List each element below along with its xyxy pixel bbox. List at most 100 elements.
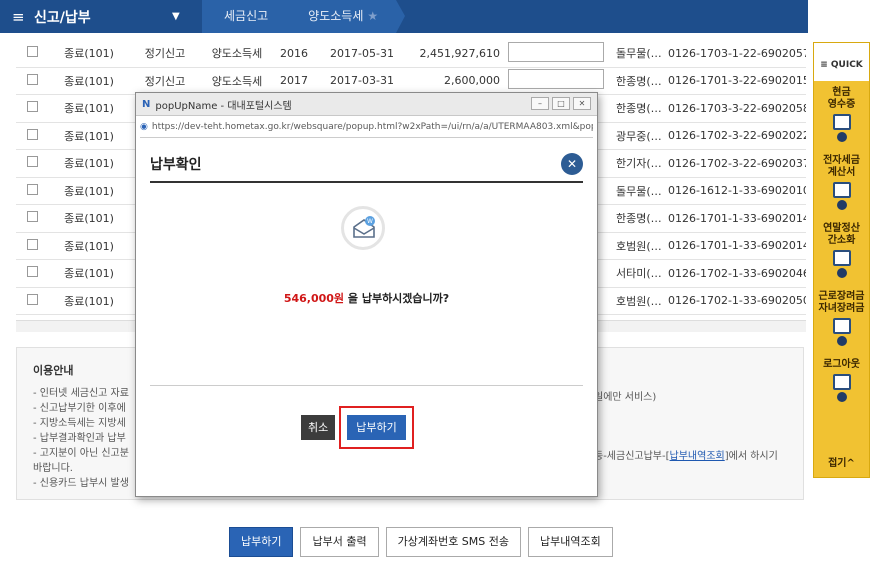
cell-status: 종료(101)	[64, 294, 114, 308]
cancel-button[interactable]: 취소	[301, 415, 336, 440]
menu-icon[interactable]: ≡	[12, 8, 28, 26]
close-icon[interactable]: ✕	[561, 153, 583, 175]
go-arrow-icon[interactable]	[836, 200, 847, 210]
popup-header: 납부확인 ✕	[150, 147, 583, 183]
row-checkbox[interactable]	[16, 46, 48, 60]
cell-year: 2016	[280, 46, 308, 60]
cell-status: 종료(101)	[64, 102, 114, 116]
guide-text-fragment: 등-세금신고납부-[납부내역조회]에서 하시기	[594, 451, 778, 462]
row-checkbox[interactable]	[16, 266, 48, 280]
cell-date: 2017-05-31	[330, 46, 394, 60]
row-checkbox[interactable]	[16, 293, 48, 308]
payment-history-link[interactable]: 납부내역조회	[670, 451, 725, 462]
table-row[interactable]: 종료(101) 정기신고 양도소득세 2016 2017-05-31 2,451,927,…	[16, 40, 806, 68]
cell-name: 호범원(…	[616, 239, 662, 253]
row-checkbox[interactable]	[16, 128, 48, 143]
quick-item-icon	[832, 250, 851, 266]
cell-no: 0126-1702-1-33-69020460	[668, 266, 806, 280]
cell-status: 종료(101)	[64, 47, 114, 61]
quick-item-icon	[832, 114, 851, 130]
quick-item-label: 근로장려금 자녀장려금	[818, 291, 865, 314]
favorite-star-icon[interactable]: ★	[367, 9, 378, 23]
cell-no: 0126-1701-3-22-69020152	[668, 74, 806, 88]
quick-item[interactable]: 현금 영수증	[814, 81, 869, 149]
cell-status: 종료(101)	[64, 239, 114, 253]
cell-status: 종료(101)	[64, 157, 114, 171]
action-bar: 납부하기 납부서 출력 가상계좌번호 SMS 전송 납부내역조회	[229, 527, 613, 557]
go-arrow-icon[interactable]	[836, 336, 847, 346]
app-logo-icon: N	[142, 98, 151, 110]
divider	[150, 385, 583, 386]
guide-text-fragment: 일에만 서비스)	[594, 392, 657, 403]
cell-status: 종료(101)	[64, 212, 114, 226]
browser-icon: ◉	[140, 121, 148, 132]
table-row[interactable]: 종료(101) 정기신고 양도소득세 2017 2017-03-31 2,600,000 한…	[16, 68, 806, 95]
payment-confirm-popup: N popUpName - 대내포털시스템 – □ ✕ ◉ https://de…	[135, 92, 598, 497]
chevron-down-icon[interactable]: ▼	[172, 11, 202, 22]
row-checkbox[interactable]	[16, 73, 48, 88]
quick-item-icon	[832, 318, 851, 334]
popup-title: 납부확인	[150, 157, 202, 173]
cell-no: 0126-1702-1-33-69020500	[668, 294, 806, 308]
cell-year: 2017	[280, 74, 308, 88]
cell-name: 돌무물(…	[616, 184, 662, 198]
quick-item[interactable]: 근로장려금 자녀장려금	[814, 285, 869, 353]
cell-no: 0126-1702-3-22-69020370	[668, 156, 806, 170]
cell-amount: 2,451,927,610	[419, 46, 500, 60]
cell-name: 호범원(…	[616, 294, 662, 308]
url-text: https://dev-teht.hometax.go.kr/websquare…	[151, 121, 593, 132]
cell-amount: 2,600,000	[444, 74, 500, 88]
pay-button[interactable]: 납부하기	[229, 527, 294, 557]
row-checkbox[interactable]	[16, 156, 48, 170]
top-nav-bar: ≡ 신고/납부 ▼ 세금신고 양도소득세 ★	[0, 0, 808, 33]
highlight-box: 납부하기	[339, 406, 414, 449]
row-checkbox[interactable]	[16, 211, 48, 225]
cell-no: 0126-1703-3-22-69020581	[668, 101, 806, 115]
maximize-icon[interactable]: □	[552, 97, 570, 110]
cell-tax: 양도소득세	[211, 47, 263, 61]
go-arrow-icon[interactable]	[836, 268, 847, 278]
payment-envelope-icon: W	[341, 206, 385, 250]
quick-menu: ≡ QUICK 현금 영수증전자세금 계산서연말정산 간소화근로장려금 자녀장려…	[813, 42, 870, 478]
print-bill-button[interactable]: 납부서 출력	[300, 527, 379, 557]
quick-item-icon	[832, 374, 851, 390]
quick-item-label: 로그아웃	[823, 359, 860, 370]
minimize-icon[interactable]: –	[531, 97, 549, 110]
window-titlebar: N popUpName - 대내포털시스템 – □ ✕	[136, 93, 597, 116]
cell-no: 0126-1701-1-33-69020143	[668, 239, 806, 253]
cell-no: 0126-1701-1-33-69020144	[668, 211, 806, 225]
cell-name: 한종명(…	[616, 74, 662, 88]
payment-amount: 546,000원	[283, 292, 345, 305]
row-checkbox[interactable]	[16, 238, 48, 253]
breadcrumb-capital-gains[interactable]: 양도소득세 ★	[286, 0, 406, 33]
go-arrow-icon[interactable]	[836, 132, 847, 142]
quick-item[interactable]: 전자세금 계산서	[814, 149, 869, 217]
cell-name: 돌무물(…	[616, 47, 662, 61]
row-checkbox[interactable]	[16, 101, 48, 115]
sms-virtual-account-button[interactable]: 가상계좌번호 SMS 전송	[385, 527, 522, 557]
row-input-field[interactable]	[508, 69, 612, 92]
quick-item[interactable]: 로그아웃	[814, 353, 869, 421]
close-window-icon[interactable]: ✕	[573, 97, 591, 110]
window-title: popUpName - 대내포털시스템	[155, 100, 292, 112]
confirm-pay-button[interactable]: 납부하기	[347, 415, 406, 440]
quick-item-icon	[832, 182, 851, 198]
cell-no: 0126-1703-1-22-69020574	[668, 46, 806, 60]
address-bar: ◉ https://dev-teht.hometax.go.kr/websqua…	[140, 116, 593, 138]
quick-item[interactable]: 연말정산 간소화	[814, 217, 869, 285]
row-input-field[interactable]	[508, 41, 612, 65]
cell-name: 한종명(…	[616, 102, 662, 116]
cell-type: 정기신고	[144, 47, 186, 61]
breadcrumb-tax-filing[interactable]: 세금신고	[202, 0, 296, 33]
collapse-quick-button[interactable]: 접기^	[814, 454, 869, 469]
row-checkbox[interactable]	[16, 183, 48, 198]
quick-menu-header: ≡ QUICK	[814, 43, 869, 81]
section-title: 신고/납부	[34, 9, 91, 26]
go-arrow-icon[interactable]	[836, 392, 847, 402]
quick-item-label: 전자세금 계산서	[823, 155, 860, 178]
cell-type: 정기신고	[144, 74, 186, 88]
confirm-message: 546,000원 을 납부하시겠습니까?	[283, 292, 450, 305]
popup-buttons: 취소 납부하기	[301, 406, 414, 449]
payment-history-button[interactable]: 납부내역조회	[528, 527, 613, 557]
cell-date: 2017-03-31	[330, 74, 394, 88]
